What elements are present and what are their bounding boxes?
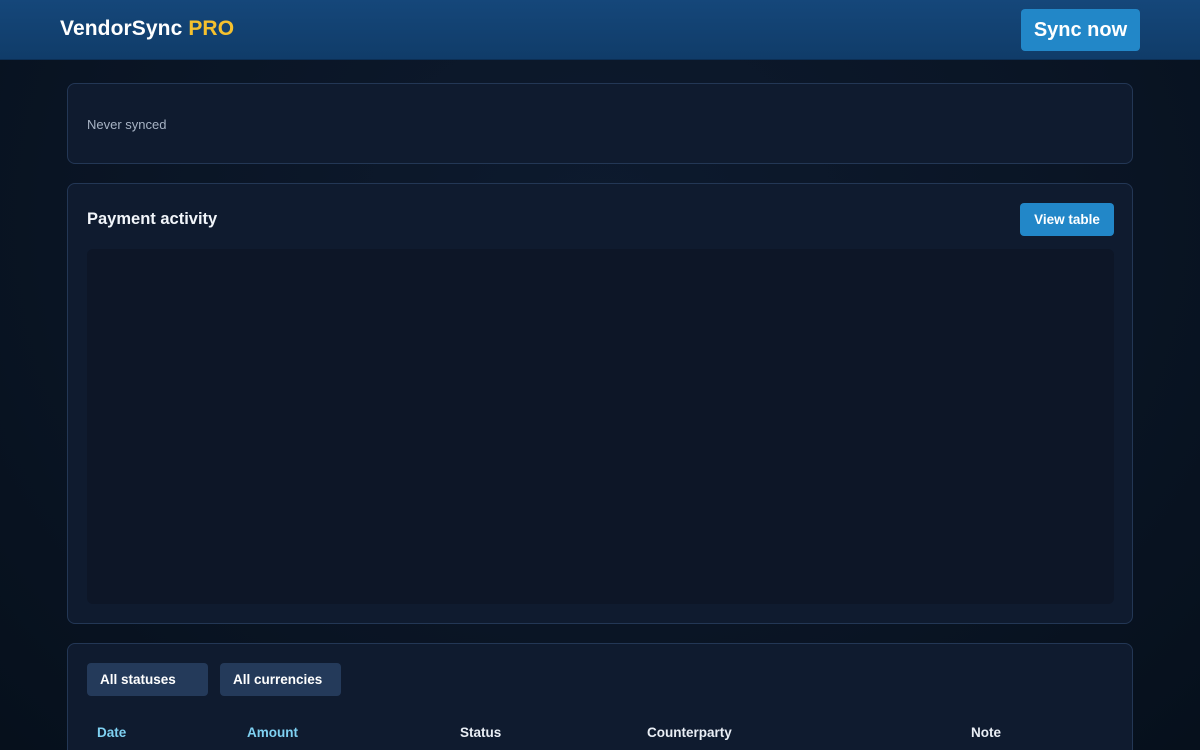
payment-activity-card: Payment activity View table	[67, 183, 1133, 624]
payment-activity-title: Payment activity	[87, 210, 218, 228]
app-brand: VendorSync PRO	[60, 17, 234, 41]
column-header-status: Status	[460, 725, 502, 740]
sync-now-button[interactable]: Sync now	[1021, 9, 1140, 51]
column-header-counterparty: Counterparty	[647, 725, 732, 740]
view-table-button[interactable]: View table	[1020, 203, 1114, 236]
payment-activity-chart-area	[87, 249, 1114, 604]
brand-tier-badge: PRO	[188, 17, 235, 40]
column-header-date[interactable]: Date	[97, 725, 126, 740]
sync-status-text: Never synced	[87, 117, 167, 132]
status-filter-select[interactable]: All statuses	[87, 663, 208, 696]
column-header-amount[interactable]: Amount	[247, 725, 298, 740]
brand-name: VendorSync	[60, 17, 183, 40]
payments-table-card: All statuses All currencies Date Amount …	[67, 643, 1133, 750]
top-bar: VendorSync PRO Sync now	[0, 0, 1200, 60]
sync-status-card: Never synced	[67, 83, 1133, 164]
column-header-note: Note	[971, 725, 1001, 740]
currency-filter-select[interactable]: All currencies	[220, 663, 341, 696]
